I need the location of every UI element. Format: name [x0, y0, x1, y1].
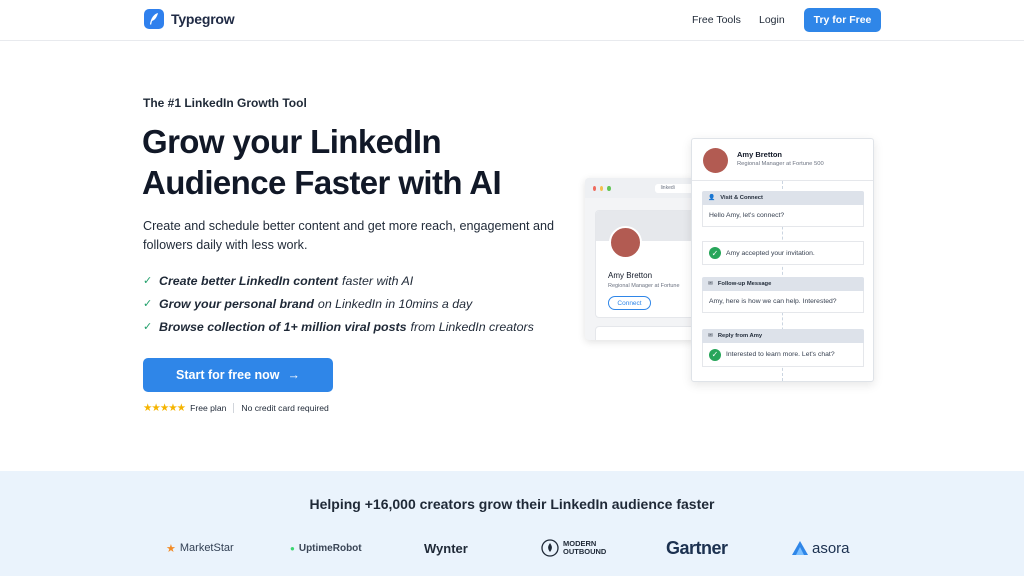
dot-icon: ●	[290, 543, 295, 553]
step-label-text: Reply from Amy	[717, 333, 763, 339]
step-body: Amy, here is how we can help. Interested…	[702, 291, 864, 313]
browser-mockup: linkedi Amy Bretton Regional Manager at …	[585, 178, 695, 340]
logo-text: Gartner	[666, 537, 728, 558]
step-label: 👤 Visit & Connect	[702, 191, 864, 205]
try-for-free-button[interactable]: Try for Free	[804, 8, 881, 32]
logo-text: asora	[812, 539, 850, 557]
mail-icon: ✉	[708, 281, 713, 287]
gartner-logo: Gartner	[666, 538, 728, 558]
feature-rest: from LinkedIn creators	[410, 319, 534, 334]
avatar	[609, 226, 642, 259]
sequence-card: Amy Bretton Regional Manager at Fortune …	[691, 138, 874, 382]
step-label-text: Visit & Connect	[720, 195, 763, 201]
divider	[233, 403, 235, 413]
profile-role: Regional Manager at Fortune	[608, 283, 680, 289]
add-user-icon: 👤	[708, 195, 716, 201]
free-plan-text: Free plan	[190, 403, 227, 413]
nav-login[interactable]: Login	[759, 14, 785, 26]
feature-bold: Create better LinkedIn content	[159, 273, 339, 288]
feature-rest: on LinkedIn in 10mins a day	[317, 296, 473, 311]
uptimerobot-logo: ● UptimeRobot	[290, 538, 362, 558]
typegrow-logo-icon	[144, 9, 164, 29]
check-icon: ✓	[143, 298, 153, 310]
profile-card: Amy Bretton Regional Manager at Fortune …	[595, 210, 695, 318]
sequence-header: Amy Bretton Regional Manager at Fortune …	[692, 139, 873, 181]
logo-text-stack: MODERN OUTBOUND	[563, 540, 606, 556]
check-circle-icon: ✓	[709, 348, 721, 361]
start-button-label: Start for free now	[176, 368, 280, 382]
flame-icon	[541, 539, 559, 557]
step-body: Hello Amy, let's connect?	[702, 205, 864, 227]
step-body-text: Amy accepted your invitation.	[726, 249, 815, 257]
feature-rest: faster with AI	[342, 273, 414, 288]
sequence-role: Regional Manager at Fortune 500	[737, 161, 824, 167]
trust-row: ★★★★★ Free plan No credit card required	[143, 402, 329, 414]
logo-text: UptimeRobot	[298, 542, 362, 554]
feature-bold: Browse collection of 1+ million viral po…	[159, 319, 407, 334]
check-icon: ✓	[143, 321, 153, 333]
brand-name: Typegrow	[171, 11, 235, 27]
browser-bar: linkedi	[585, 178, 695, 198]
hero-subtext: Create and schedule better content and g…	[143, 219, 554, 252]
step-body-text: Hello Amy, let's connect?	[709, 212, 785, 219]
logo-text: Wynter	[424, 540, 468, 556]
mail-icon: ✉	[708, 333, 713, 339]
step-body: ✓ Interested to learn more. Let's chat?	[702, 343, 864, 367]
modern-outbound-logo: MODERN OUTBOUND	[541, 538, 606, 558]
no-card-text: No credit card required	[241, 403, 329, 413]
social-proof-band	[0, 471, 1024, 576]
start-for-free-button[interactable]: Start for free now →	[143, 358, 333, 392]
star-icon: ★	[166, 542, 176, 555]
feature-bold: Grow your personal brand	[159, 296, 314, 311]
profile-card-secondary	[595, 326, 695, 340]
connect-button[interactable]: Connect	[608, 296, 651, 310]
logo-text: MarketStar	[179, 542, 234, 554]
maximize-dot-icon	[607, 185, 611, 191]
avatar	[703, 148, 728, 173]
marketstar-logo: ★ MarketStar	[166, 538, 234, 558]
five-stars-icon: ★★★★★	[143, 402, 186, 414]
brand-logo[interactable]: Typegrow	[144, 9, 235, 29]
profile-name: Amy Bretton	[608, 271, 653, 280]
check-circle-icon: ✓	[709, 247, 721, 259]
social-proof-title: Helping +16,000 creators grow their Link…	[309, 496, 715, 512]
site-header: Typegrow Free Tools Login Try for Free	[0, 0, 1024, 41]
close-dot-icon	[593, 185, 597, 191]
asora-logo: asora	[792, 538, 850, 558]
nav-free-tools[interactable]: Free Tools	[692, 14, 741, 26]
feature-list: ✓ Create better LinkedIn content faster …	[143, 269, 534, 338]
step-body-text: Amy, here is how we can help. Interested…	[709, 298, 837, 305]
feature-item: ✓ Browse collection of 1+ million viral …	[143, 315, 534, 338]
arrow-right-icon: →	[287, 368, 301, 382]
triangle-icon	[792, 541, 808, 555]
hero-headline: Grow your LinkedIn Audience Faster with …	[142, 123, 502, 201]
sequence-name: Amy Bretton	[737, 150, 783, 159]
step-label: ✉ Reply from Amy	[702, 329, 864, 343]
step-label: ✉ Follow-up Message	[702, 277, 864, 291]
minimize-dot-icon	[600, 185, 604, 191]
step-label-text: Follow-up Message	[717, 281, 772, 287]
hero-eyebrow: The #1 LinkedIn Growth Tool	[143, 96, 307, 110]
step-body-text: Interested to learn more. Let's chat?	[726, 351, 835, 358]
check-icon: ✓	[143, 275, 153, 287]
feature-item: ✓ Create better LinkedIn content faster …	[143, 269, 534, 292]
url-bar: linkedi	[654, 183, 695, 193]
feature-item: ✓ Grow your personal brand on LinkedIn i…	[143, 292, 534, 315]
logo-text: OUTBOUND	[563, 547, 607, 556]
step-body: ✓ Amy accepted your invitation.	[702, 241, 864, 265]
wynter-logo: Wynter	[424, 538, 468, 558]
